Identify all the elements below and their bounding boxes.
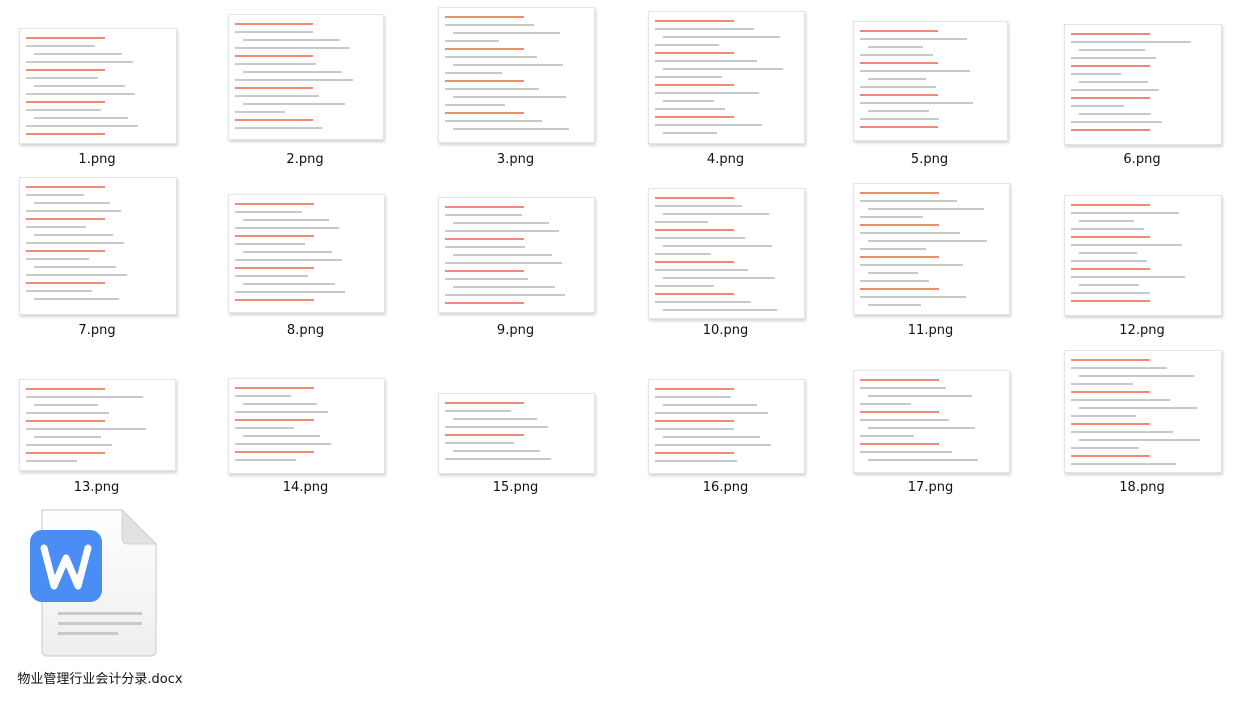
- image-thumbnail: [1064, 24, 1222, 145]
- file-name-label: 物业管理行业会计分录.docx: [17, 672, 183, 687]
- file-name-label: 10.png: [702, 323, 749, 338]
- file-name-label: 17.png: [907, 480, 954, 495]
- image-thumbnail: [19, 379, 176, 471]
- file-name-label: 4.png: [706, 152, 745, 167]
- file-name-label: 5.png: [910, 152, 949, 167]
- image-thumbnail: [853, 21, 1008, 141]
- file-name-label: 8.png: [286, 323, 325, 338]
- image-thumbnail: [438, 7, 595, 143]
- file-name-label: 12.png: [1119, 323, 1165, 338]
- image-thumbnail: [648, 188, 805, 319]
- file-name-label: 16.png: [702, 480, 749, 495]
- image-thumbnail: [648, 379, 805, 474]
- file-name-label: 14.png: [282, 480, 329, 495]
- file-name-label: 15.png: [492, 480, 539, 495]
- file-name-label: 1.png: [78, 152, 116, 167]
- file-browser-view: { "files": [ {"name": "1.png"}, {"name":…: [0, 0, 1236, 714]
- file-name-label: 7.png: [78, 323, 116, 338]
- image-thumbnail: [228, 378, 385, 474]
- file-name-label: 18.png: [1119, 480, 1165, 495]
- file-name-label: 13.png: [73, 480, 120, 495]
- word-document-icon: [30, 508, 158, 657]
- file-name-label: 2.png: [286, 152, 324, 167]
- image-thumbnail: [228, 14, 384, 140]
- image-thumbnail: [19, 177, 177, 315]
- file-name-label: 6.png: [1123, 152, 1161, 167]
- file-name-label: 3.png: [496, 152, 535, 167]
- image-thumbnail: [438, 393, 595, 474]
- image-thumbnail: [648, 11, 805, 144]
- image-thumbnail: [1064, 350, 1222, 473]
- image-thumbnail: [438, 197, 595, 313]
- image-thumbnail: [19, 28, 177, 144]
- file-name-label: 11.png: [907, 323, 954, 338]
- image-thumbnail: [853, 183, 1010, 315]
- image-thumbnail: [1064, 195, 1222, 316]
- image-thumbnail: [228, 194, 385, 313]
- file-name-label: 9.png: [496, 323, 535, 338]
- image-thumbnail: [853, 370, 1010, 473]
